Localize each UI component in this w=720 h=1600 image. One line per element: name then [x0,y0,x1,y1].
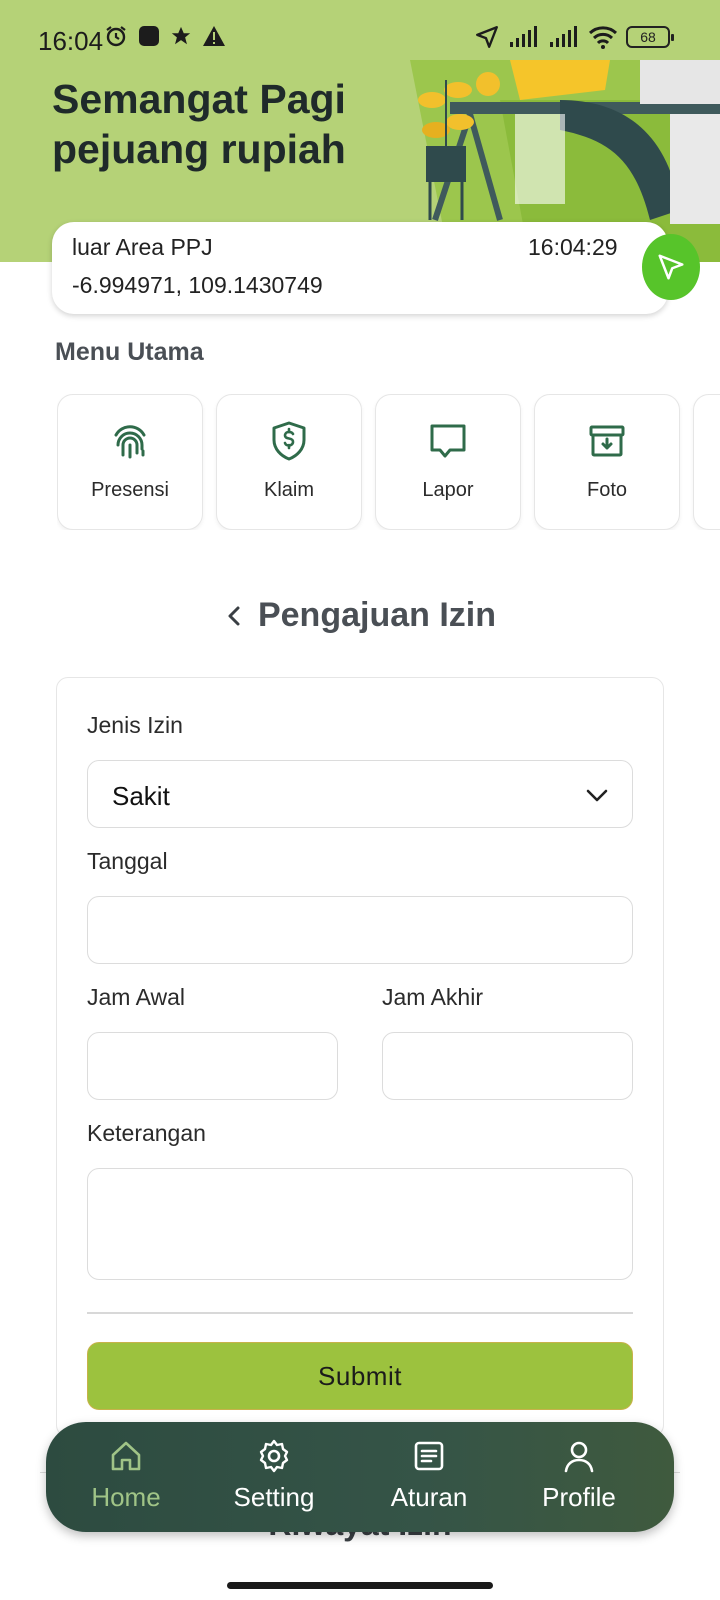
navigate-button[interactable] [642,234,700,300]
tanggal-label: Tanggal [87,848,168,874]
home-icon [111,1441,141,1471]
menu-title: Menu Utama [55,338,204,366]
status-time: 16:04 [38,26,104,56]
form-divider [87,1312,633,1314]
nav-aturan[interactable]: Aturan [359,1438,499,1518]
warning-icon [203,26,225,46]
menu-item-klaim[interactable]: Klaim [216,394,362,530]
battery-icon: 68 [626,26,674,48]
submit-button[interactable]: Submit [87,1342,633,1410]
location-arrow-icon [476,26,498,48]
jam-akhir-input[interactable] [382,1032,633,1100]
location-coordinates: -6.994971, 109.1430749 [72,272,323,298]
chat-icon [430,424,466,458]
user-icon [564,1441,594,1473]
tanggal-input[interactable] [87,896,633,964]
keterangan-label: Keterangan [87,1120,206,1146]
nav-profile-label: Profile [542,1482,616,1512]
nav-home-label: Home [91,1482,161,1512]
jenis-izin-select[interactable]: Sakit [87,760,633,828]
greeting-title: Semangat Pagi pejuang rupiah [52,76,346,172]
app-icon [139,26,159,46]
leave-request-form: Jenis Izin Sakit Tanggal Jam Awal Jam Ak… [56,677,664,1437]
battery-level: 68 [640,29,656,45]
menu-item-foto[interactable]: Foto [534,394,680,530]
menu-row: Presensi Klaim Lapor Foto [57,394,720,530]
signal-icon [550,26,577,47]
dollar-shield-icon [272,421,306,461]
jam-akhir-label: Jam Akhir [382,984,483,1010]
nav-aturan-label: Aturan [390,1482,468,1512]
document-icon [414,1441,444,1471]
home-indicator[interactable] [227,1582,493,1589]
jam-awal-label: Jam Awal [87,984,186,1010]
menu-item-label: Lapor [422,479,474,501]
keterangan-textarea[interactable] [87,1168,633,1280]
menu-item-lapor[interactable]: Lapor [375,394,521,530]
nav-setting[interactable]: Setting [204,1438,344,1518]
nav-setting-label: Setting [233,1482,315,1512]
archive-download-icon [589,425,625,457]
menu-item-label: Foto [586,479,628,501]
back-chevron-icon[interactable] [224,601,244,631]
page-title: Pengajuan Izin [257,596,497,634]
menu-item-label: Klaim [263,479,314,501]
signal-icon [510,26,537,47]
location-area: luar Area PPJ [72,234,213,260]
bottom-navigation: Home Setting Aturan Profile [46,1422,674,1532]
menu-item-more[interactable] [693,394,720,530]
jam-awal-input[interactable] [87,1032,338,1100]
alarm-icon [106,26,126,47]
star-icon [171,26,191,45]
jenis-izin-label: Jenis Izin [87,712,183,738]
nav-home[interactable]: Home [56,1438,196,1518]
menu-item-label: Presensi [91,479,169,501]
location-card: luar Area PPJ 16:04:29 -6.994971, 109.14… [52,222,700,314]
chevron-down-icon [586,789,608,802]
gear-icon [259,1439,289,1473]
jenis-izin-value: Sakit [112,781,170,811]
location-time: 16:04:29 [528,234,618,260]
navigation-arrow-icon [658,254,684,280]
status-bar: 16:04 68 [0,0,720,80]
nav-profile[interactable]: Profile [509,1438,649,1518]
fingerprint-icon [114,425,146,459]
menu-item-presensi[interactable]: Presensi [57,394,203,530]
page-header: Pengajuan Izin [0,596,720,635]
wifi-icon [588,26,618,49]
